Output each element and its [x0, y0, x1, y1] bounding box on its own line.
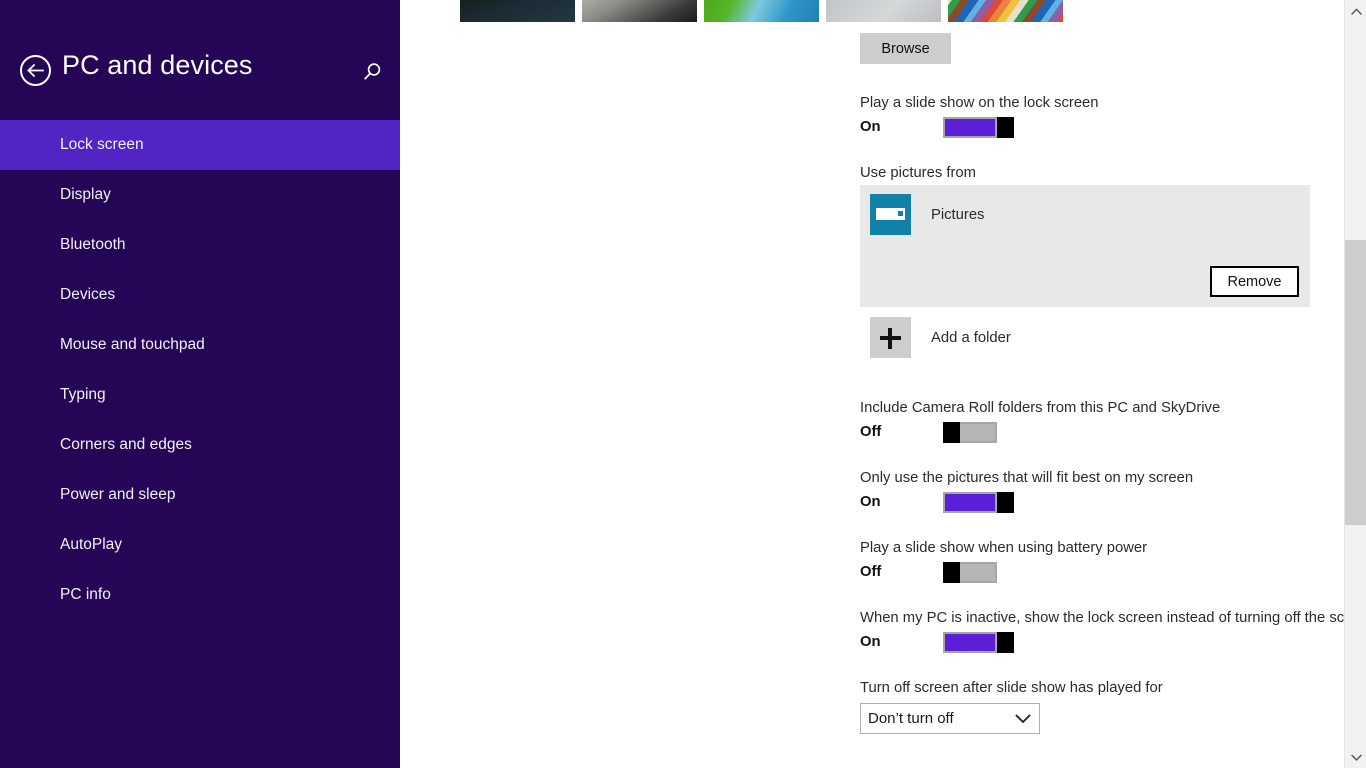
fit-best-state: On — [860, 494, 881, 510]
battery-slideshow-toggle[interactable] — [943, 562, 997, 583]
camera-roll-toggle[interactable] — [943, 422, 997, 443]
turn-off-screen-label: Turn off screen after slide show has pla… — [860, 680, 1163, 696]
sidebar-item-label: Power and sleep — [60, 486, 176, 503]
sidebar: PC and devices Lock screen Display Bluet… — [0, 0, 400, 768]
thumbnail-gray-texture[interactable] — [582, 0, 697, 22]
sidebar-item-display[interactable]: Display — [0, 170, 400, 220]
sidebar-nav: Lock screen Display Bluetooth Devices Mo… — [0, 120, 400, 620]
plus-icon-vertical — [888, 328, 892, 349]
folder-name-label: Pictures — [931, 206, 985, 223]
toggle-thumb — [943, 562, 960, 583]
browse-button[interactable]: Browse — [860, 33, 951, 64]
turn-off-screen-dropdown[interactable]: Don’t turn off — [860, 703, 1040, 734]
vertical-scrollbar[interactable] — [1344, 0, 1366, 768]
chevron-up-icon[interactable] — [1345, 0, 1366, 22]
fit-best-label: Only use the pictures that will fit best… — [860, 470, 1194, 486]
sidebar-item-devices[interactable]: Devices — [0, 270, 400, 320]
sidebar-header: PC and devices — [0, 0, 400, 120]
pictures-folder-icon — [870, 194, 911, 235]
thumbnail-green-blue-pool[interactable] — [704, 0, 819, 22]
scrollbar-thumb[interactable] — [1345, 240, 1366, 525]
pc-settings-app: PC and devices Lock screen Display Bluet… — [0, 0, 1366, 768]
sidebar-item-pc-info[interactable]: PC info — [0, 570, 400, 620]
slideshow-state: On — [860, 119, 881, 135]
thumbnail-dark-landscape[interactable] — [460, 0, 575, 22]
sidebar-item-power-and-sleep[interactable]: Power and sleep — [0, 470, 400, 520]
sidebar-item-label: Display — [60, 186, 111, 203]
sidebar-item-mouse-and-touchpad[interactable]: Mouse and touchpad — [0, 320, 400, 370]
picture-folders-panel: Pictures Remove — [860, 185, 1310, 307]
battery-slideshow-state: Off — [860, 564, 882, 580]
plus-icon[interactable] — [870, 317, 911, 358]
lock-screen-image-thumbnails — [460, 0, 1063, 22]
slideshow-toggle[interactable] — [943, 117, 1014, 138]
toggle-thumb — [997, 492, 1014, 513]
slideshow-label: Play a slide show on the lock screen — [860, 95, 1099, 111]
chevron-down-icon[interactable] — [1345, 746, 1366, 768]
sidebar-item-autoplay[interactable]: AutoPlay — [0, 520, 400, 570]
use-pictures-from-label: Use pictures from — [860, 165, 976, 181]
add-folder-label: Add a folder — [931, 329, 1011, 346]
camera-roll-label: Include Camera Roll folders from this PC… — [860, 400, 1221, 416]
search-icon[interactable] — [358, 58, 386, 86]
sidebar-item-label: Corners and edges — [60, 436, 192, 453]
remove-button[interactable]: Remove — [1210, 266, 1299, 297]
thumbnail-water-droplets[interactable] — [826, 0, 941, 22]
camera-roll-state: Off — [860, 424, 882, 440]
page-title: PC and devices — [62, 50, 253, 80]
folder-list-item[interactable]: Pictures — [870, 194, 984, 235]
sidebar-item-label: Devices — [60, 286, 116, 303]
sidebar-item-lock-screen[interactable]: Lock screen — [0, 120, 400, 170]
thumbnail-colored-pencils[interactable] — [948, 0, 1063, 22]
fit-best-toggle[interactable] — [943, 492, 1014, 513]
inactive-lock-screen-state: On — [860, 634, 881, 650]
sidebar-item-label: Mouse and touchpad — [60, 336, 205, 353]
chevron-down-icon — [1015, 714, 1031, 724]
sidebar-item-label: AutoPlay — [60, 536, 123, 553]
sidebar-item-label: Typing — [60, 386, 106, 403]
toggle-thumb — [997, 117, 1014, 138]
sidebar-item-corners-and-edges[interactable]: Corners and edges — [0, 420, 400, 470]
add-folder-row[interactable]: Add a folder — [870, 317, 1011, 358]
toggle-thumb — [943, 422, 960, 443]
sidebar-item-label: Lock screen — [60, 136, 144, 153]
sidebar-item-label: PC info — [60, 586, 111, 603]
toggle-thumb — [997, 632, 1014, 653]
turn-off-screen-selected-value: Don’t turn off — [868, 710, 954, 727]
sidebar-item-bluetooth[interactable]: Bluetooth — [0, 220, 400, 270]
sidebar-item-label: Bluetooth — [60, 236, 126, 253]
inactive-lock-screen-toggle[interactable] — [943, 632, 1014, 653]
pictures-folder-icon-dot — [898, 211, 903, 216]
battery-slideshow-label: Play a slide show when using battery pow… — [860, 540, 1148, 556]
main-content: Browse Play a slide show on the lock scr… — [400, 0, 1366, 768]
back-arrow-icon[interactable] — [20, 55, 51, 86]
inactive-lock-screen-label: When my PC is inactive, show the lock sc… — [860, 610, 1366, 626]
sidebar-item-typing[interactable]: Typing — [0, 370, 400, 420]
